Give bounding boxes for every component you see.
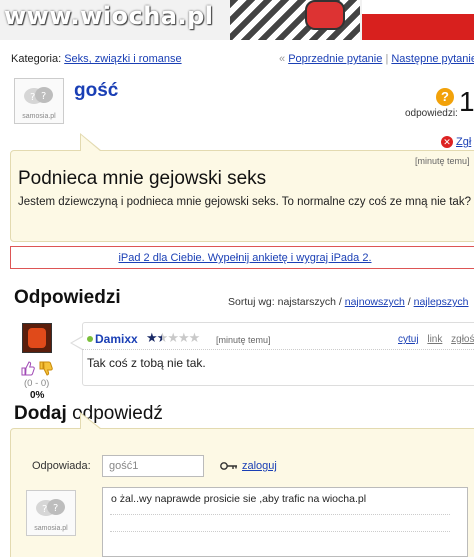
add-answer-heading-bold: Dodaj (14, 403, 67, 424)
question-mark-icon: ? (436, 88, 454, 106)
asker-avatar: ? ? samosia.pl (14, 78, 64, 124)
next-question-link[interactable]: Następne pytanie (391, 53, 474, 65)
permalink-link[interactable]: link (427, 334, 442, 345)
answer-actions: cytuj link zgłoś (398, 334, 474, 345)
add-bubble-tail-fill (81, 414, 100, 429)
category-line: Kategoria: Seks, związki i romanse « Pop… (11, 53, 474, 65)
avatar-label: samosia.pl (34, 525, 68, 532)
question-nav: « Poprzednie pytanie | Następne pytanie (279, 53, 474, 65)
banner-car-image (305, 0, 345, 30)
answer-avatar[interactable] (22, 323, 52, 353)
question-bubble-tail-fill (81, 135, 100, 151)
top-banner: www.wiocha.pl (0, 0, 474, 40)
answers-count-label: odpowiedzi: (405, 108, 458, 119)
sort-label: Sortuj wg: (228, 296, 275, 308)
report-answer-link[interactable]: zgłoś (451, 334, 474, 345)
report-link[interactable]: Zgł (456, 136, 471, 148)
vote-percent: 0% (30, 390, 45, 401)
asker-name[interactable]: gość (74, 80, 118, 102)
prev-question-link[interactable]: Poprzednie pytanie (288, 53, 382, 65)
svg-text:?: ? (53, 503, 58, 514)
quote-link[interactable]: cytuj (398, 334, 419, 345)
report-question[interactable]: ✕ Zgł (441, 136, 471, 149)
answer-user[interactable]: Damixx (95, 332, 138, 346)
sort-best-link[interactable]: najlepszych (414, 296, 469, 308)
sort-oldest[interactable]: najstarszych (278, 296, 336, 308)
avatar-placeholder-icon: ? ? (36, 499, 65, 516)
avatar-label: samosia.pl (22, 113, 56, 120)
svg-text:?: ? (41, 91, 46, 102)
nav-separator: | (385, 53, 389, 65)
banner-flag-white (362, 0, 474, 14)
banner-flag-red (362, 14, 474, 40)
online-status-icon (87, 336, 93, 342)
user-rating: ★★★★★ (146, 330, 201, 346)
responder-label: Odpowiada: (32, 460, 91, 472)
star-empty-icon: ★ (167, 330, 179, 345)
avatar-placeholder-icon: ? ? (24, 87, 53, 104)
thumbs-down-icon[interactable] (38, 361, 53, 376)
svg-text:?: ? (30, 92, 35, 103)
avatar-image (28, 328, 46, 348)
key-icon (220, 462, 237, 470)
sort-sep: / (407, 296, 411, 308)
category-link[interactable]: Seks, związki i romanse (64, 53, 181, 65)
vote-counts: (0 - 0) (24, 378, 50, 389)
star-full-icon: ★ (146, 330, 158, 345)
star-empty-icon: ★ (177, 330, 190, 345)
ad-banner: iPad 2 dla Ciebie. Wypełnij ankietę i wy… (10, 246, 474, 269)
sort-newest-link[interactable]: najnowszych (345, 296, 405, 308)
close-icon: ✕ (441, 136, 453, 149)
category-label: Kategoria: (11, 53, 62, 65)
answer-text: Tak coś z tobą nie tak. (87, 356, 206, 370)
answers-count: 1 (459, 86, 474, 117)
question-title: Podnieca mnie gejowski seks (18, 168, 267, 189)
thumbs-up-icon[interactable] (20, 361, 35, 376)
textarea-ruled-lines (110, 514, 450, 554)
ad-link[interactable]: iPad 2 dla Ciebie. Wypełnij ankietę i wy… (118, 252, 371, 264)
sort-options: Sortuj wg: najstarszych / najnowszych / … (228, 296, 469, 308)
svg-text:?: ? (42, 504, 47, 515)
question-body: Jestem dziewczyną i podnieca mnie gejows… (18, 196, 471, 208)
answers-heading: Odpowiedzi (14, 287, 121, 308)
answer-time: [minutę temu] (216, 335, 271, 345)
login-link[interactable]: zaloguj (242, 460, 277, 472)
watermark: www.wiocha.pl (4, 2, 214, 30)
star-empty-icon: ★ (188, 330, 201, 345)
question-time: [minutę temu] (415, 156, 470, 166)
responder-name-input[interactable] (102, 455, 204, 477)
prev-marker: « (279, 53, 286, 65)
star-half-icon: ★ (156, 330, 169, 345)
responder-avatar: ? ? samosia.pl (26, 490, 76, 536)
sort-sep: / (338, 296, 342, 308)
